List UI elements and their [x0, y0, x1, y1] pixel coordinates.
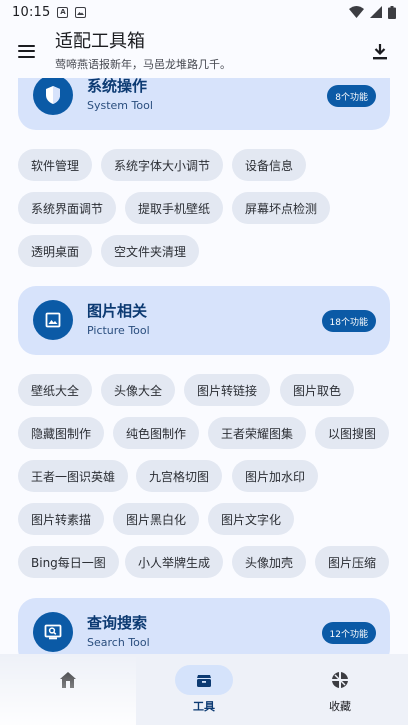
shield-icon [33, 78, 73, 115]
app-bar: 适配工具箱 莺啼燕语报新年，马邑龙堆路几千。 [0, 24, 408, 78]
tool-chip[interactable]: 图片转素描 [18, 503, 105, 535]
nav-label: 收藏 [329, 700, 351, 713]
tool-chip[interactable]: 图片加水印 [232, 460, 319, 492]
tool-chip[interactable]: 系统界面调节 [18, 192, 117, 224]
hamburger-menu-icon [17, 44, 35, 58]
section-subtitle: System Tool [87, 99, 153, 112]
collection-icon [332, 672, 348, 688]
section-title: 系统操作 [87, 78, 148, 95]
tool-chip[interactable]: 纯色图制作 [113, 417, 200, 449]
a-notification-icon: A [57, 6, 69, 18]
tool-chip[interactable]: 图片转链接 [184, 374, 271, 406]
section-count-badge: 8个功能 [327, 85, 376, 107]
section-card-system[interactable]: 系统操作 System Tool 8个功能 [18, 78, 390, 130]
tool-chip[interactable]: Bing每日一图 [18, 546, 119, 578]
tool-chip[interactable]: 图片压缩 [315, 546, 390, 578]
status-bar: 10:15 A [0, 0, 408, 24]
tool-chip[interactable]: 图片黑白化 [113, 503, 200, 535]
section-title: 查询搜索 [87, 614, 148, 632]
image-notification-icon [75, 6, 87, 18]
tool-chip[interactable]: 屏幕坏点检测 [232, 192, 331, 224]
tool-chip[interactable]: 小人举牌生成 [125, 546, 224, 578]
tool-chip[interactable]: 九宫格切图 [136, 460, 223, 492]
download-icon [373, 43, 387, 59]
status-time: 10:15 [12, 4, 51, 20]
tool-chip[interactable]: 图片文字化 [208, 503, 295, 535]
tool-chip[interactable]: 提取手机壁纸 [125, 192, 224, 224]
bottom-navigation: 工具 收藏 [0, 654, 408, 725]
tool-chip[interactable]: 头像大全 [101, 374, 176, 406]
tool-chip[interactable]: 头像加壳 [232, 546, 307, 578]
toolbox-icon [197, 675, 211, 687]
section-card-picture[interactable]: 图片相关 Picture Tool 18个功能 [18, 286, 390, 355]
download-button[interactable] [366, 37, 394, 65]
nav-item-collection[interactable]: 收藏 [272, 654, 408, 725]
section-subtitle: Search Tool [87, 636, 150, 649]
nav-label: 工具 [193, 700, 215, 713]
app-title: 适配工具箱 [55, 30, 145, 52]
menu-button[interactable] [1, 26, 51, 76]
tool-chip[interactable]: 设备信息 [232, 149, 307, 181]
tool-chip[interactable]: 王者一图识英雄 [18, 460, 129, 492]
tool-chip[interactable]: 壁纸大全 [18, 374, 93, 406]
search-screen-icon [33, 612, 73, 652]
wifi-icon [349, 6, 364, 18]
section-count-badge: 12个功能 [321, 622, 376, 644]
nav-icon-container [39, 665, 97, 695]
section-title: 图片相关 [87, 302, 148, 320]
section-subtitle: Picture Tool [87, 324, 150, 337]
image-icon [33, 300, 73, 340]
tool-chip[interactable]: 以图搜图 [315, 417, 390, 449]
section-card-search[interactable]: 查询搜索 Search Tool 12个功能 [18, 598, 390, 654]
tool-chip[interactable]: 王者荣耀图集 [208, 417, 307, 449]
battery-icon [388, 5, 396, 19]
tool-chip[interactable]: 空文件夹清理 [101, 235, 200, 267]
home-icon [60, 672, 76, 688]
app-subtitle: 莺啼燕语报新年，马邑龙堆路几千。 [55, 57, 231, 71]
section-count-badge: 18个功能 [321, 310, 376, 332]
signal-icon [370, 6, 382, 18]
nav-item-home[interactable] [0, 654, 136, 725]
tool-chip[interactable]: 隐藏图制作 [18, 417, 105, 449]
nav-icon-container [175, 665, 233, 695]
nav-item-tools[interactable]: 工具 [136, 654, 272, 725]
nav-icon-container [311, 665, 369, 695]
tool-chip[interactable]: 系统字体大小调节 [101, 149, 224, 181]
tool-chip[interactable]: 透明桌面 [18, 235, 93, 267]
tool-chip[interactable]: 图片取色 [280, 374, 355, 406]
tool-chip[interactable]: 软件管理 [18, 149, 93, 181]
tool-list[interactable]: 系统操作 System Tool 8个功能 软件管理 系统字体大小调节 设备信息… [0, 78, 408, 654]
